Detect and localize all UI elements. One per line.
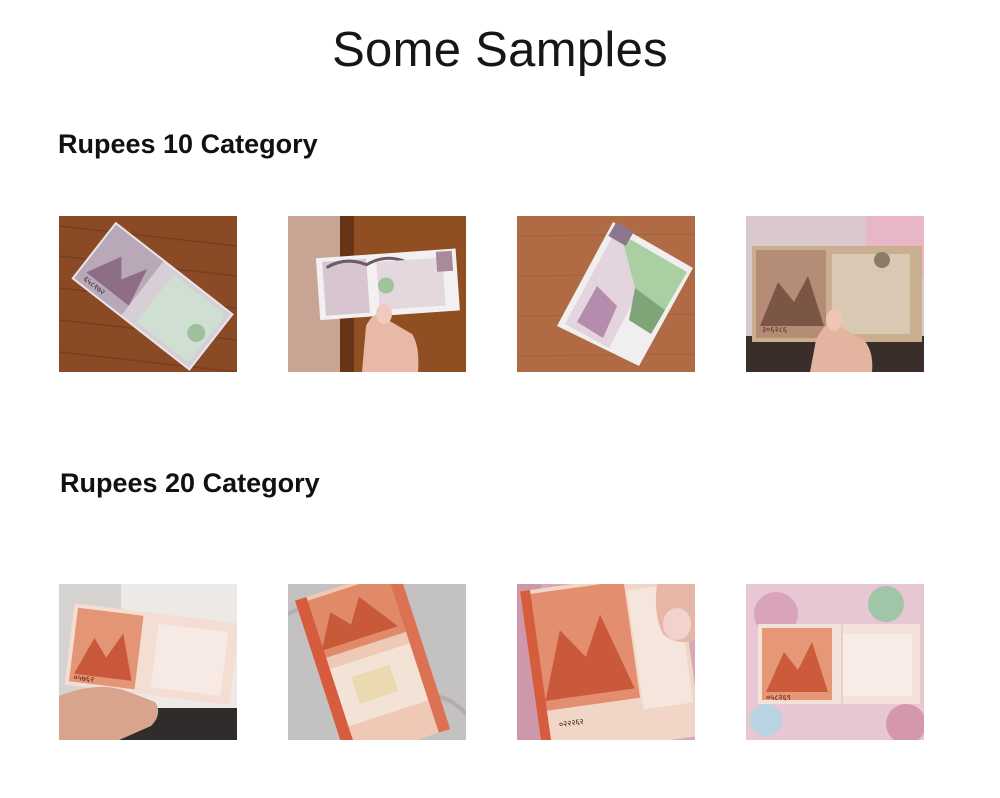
page-title: Some Samples (332, 23, 668, 77)
rupees-10-sample-image-2 (288, 216, 466, 372)
rupees-20-sample-4-serial: ०५८२६९ (766, 693, 791, 702)
rupees-10-sample-image-3 (517, 216, 695, 372)
rupees-20-sample-image-1: ०५७६२ (59, 584, 237, 740)
rupees-20-sample-row: ०५७६२ ०२२२६२ ०५८२६९ (0, 584, 1000, 740)
rupees-20-sample-image-4: ०५८२६९ (746, 584, 924, 740)
rupees-10-sample-image-4: ३०६२८६ (746, 216, 924, 372)
rupees-20-sample-image-3: ०२२२६२ (517, 584, 695, 740)
rupees-20-sample-image-2 (288, 584, 466, 740)
rupees-10-sample-4-serial: ३०६२८६ (762, 325, 787, 334)
rupees-10-sample-image-1: ६५८१७२ (59, 216, 237, 372)
section-heading-rupees-10: Rupees 10 Category (58, 129, 318, 159)
rupees-10-sample-row: ६५८१७२ ३०६२८६ (0, 216, 1000, 372)
section-heading-rupees-20: Rupees 20 Category (60, 468, 320, 498)
